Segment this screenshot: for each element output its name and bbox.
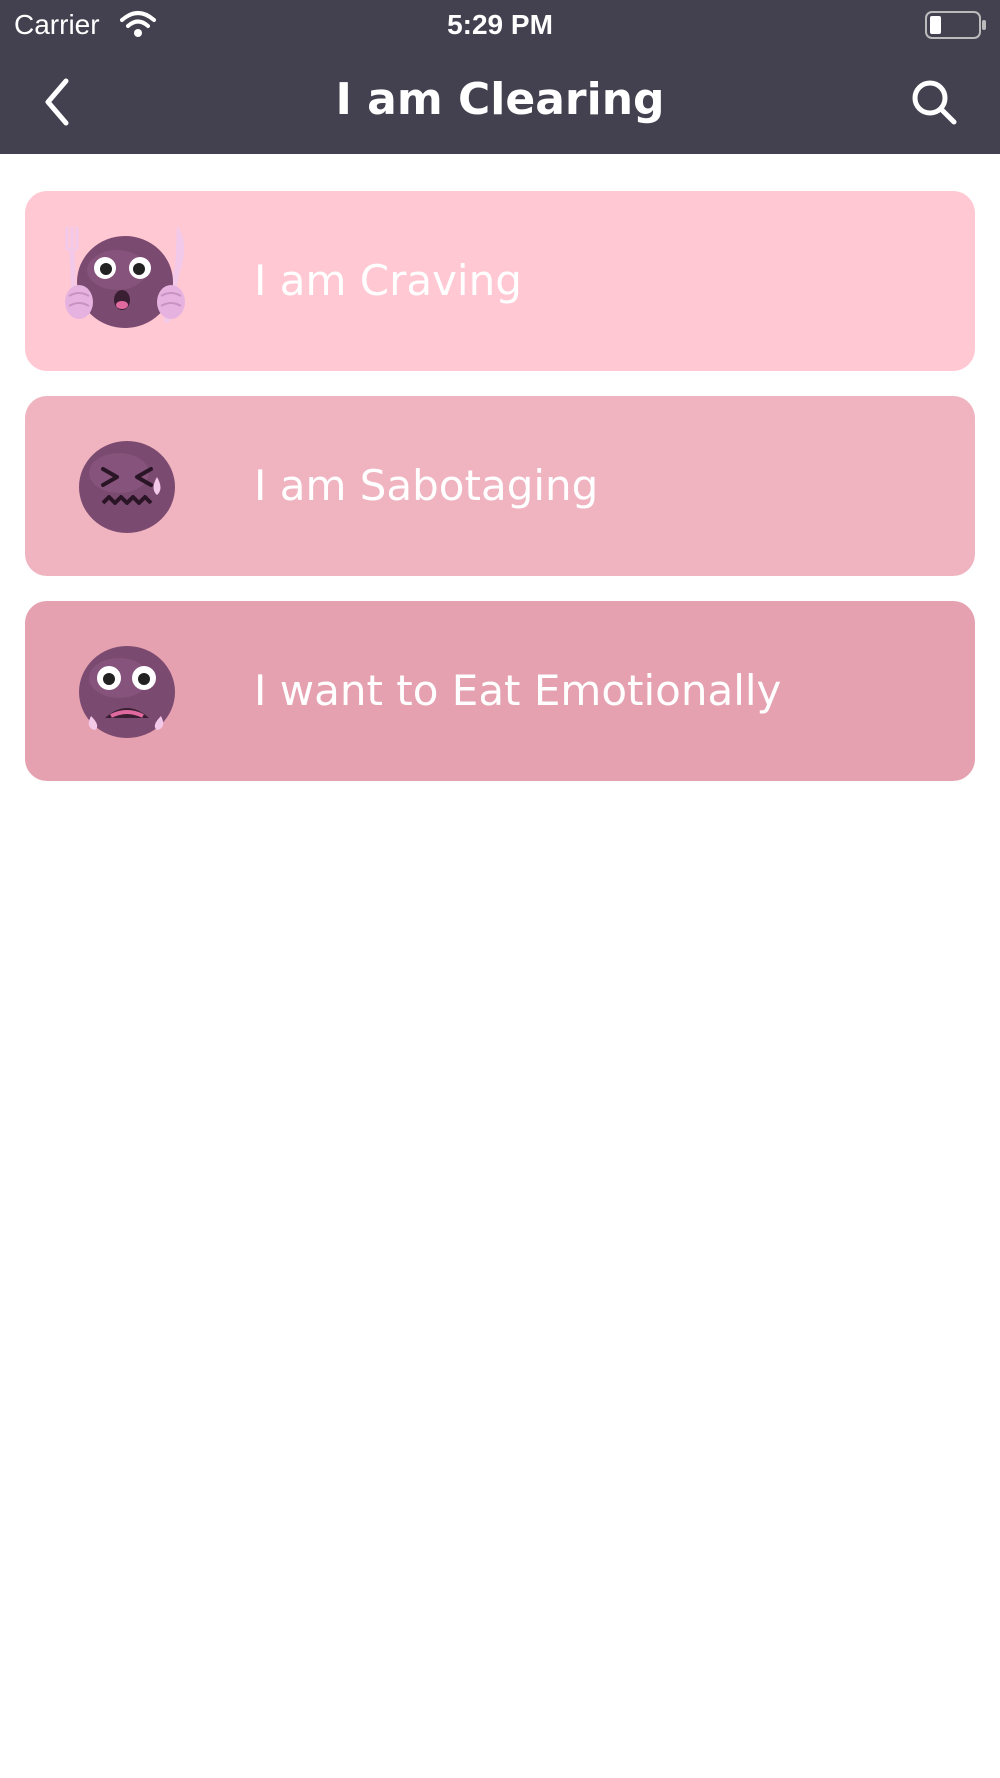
search-icon: [912, 80, 957, 125]
list-item-label: I want to Eat Emotionally: [254, 666, 782, 715]
search-button[interactable]: [906, 74, 962, 130]
list-item-eat-emotionally[interactable]: I want to Eat Emotionally: [25, 601, 975, 781]
battery-low-icon: [925, 11, 986, 39]
top-bar: Carrier 5:29 PM I am Clearing: [0, 0, 1000, 154]
back-button[interactable]: [30, 74, 86, 130]
page-title: I am Clearing: [335, 74, 665, 125]
sabotaging-emoji-icon: [79, 441, 175, 533]
list-item-sabotaging[interactable]: I am Sabotaging: [25, 396, 975, 576]
list-item-label: I am Sabotaging: [254, 461, 599, 510]
status-bar: Carrier 5:29 PM: [0, 0, 1000, 50]
sad-emoji-icon: [79, 646, 175, 738]
navigation-bar: I am Clearing: [0, 50, 1000, 154]
list-item-craving[interactable]: I am Craving: [25, 191, 975, 371]
status-time: 5:29 PM: [447, 9, 553, 40]
clearing-list: I am Craving I am Sabotaging I want to E…: [25, 191, 975, 806]
list-item-label: I am Craving: [254, 256, 522, 305]
craving-emoji-icon: [64, 226, 185, 328]
chevron-left-icon: [45, 78, 69, 126]
